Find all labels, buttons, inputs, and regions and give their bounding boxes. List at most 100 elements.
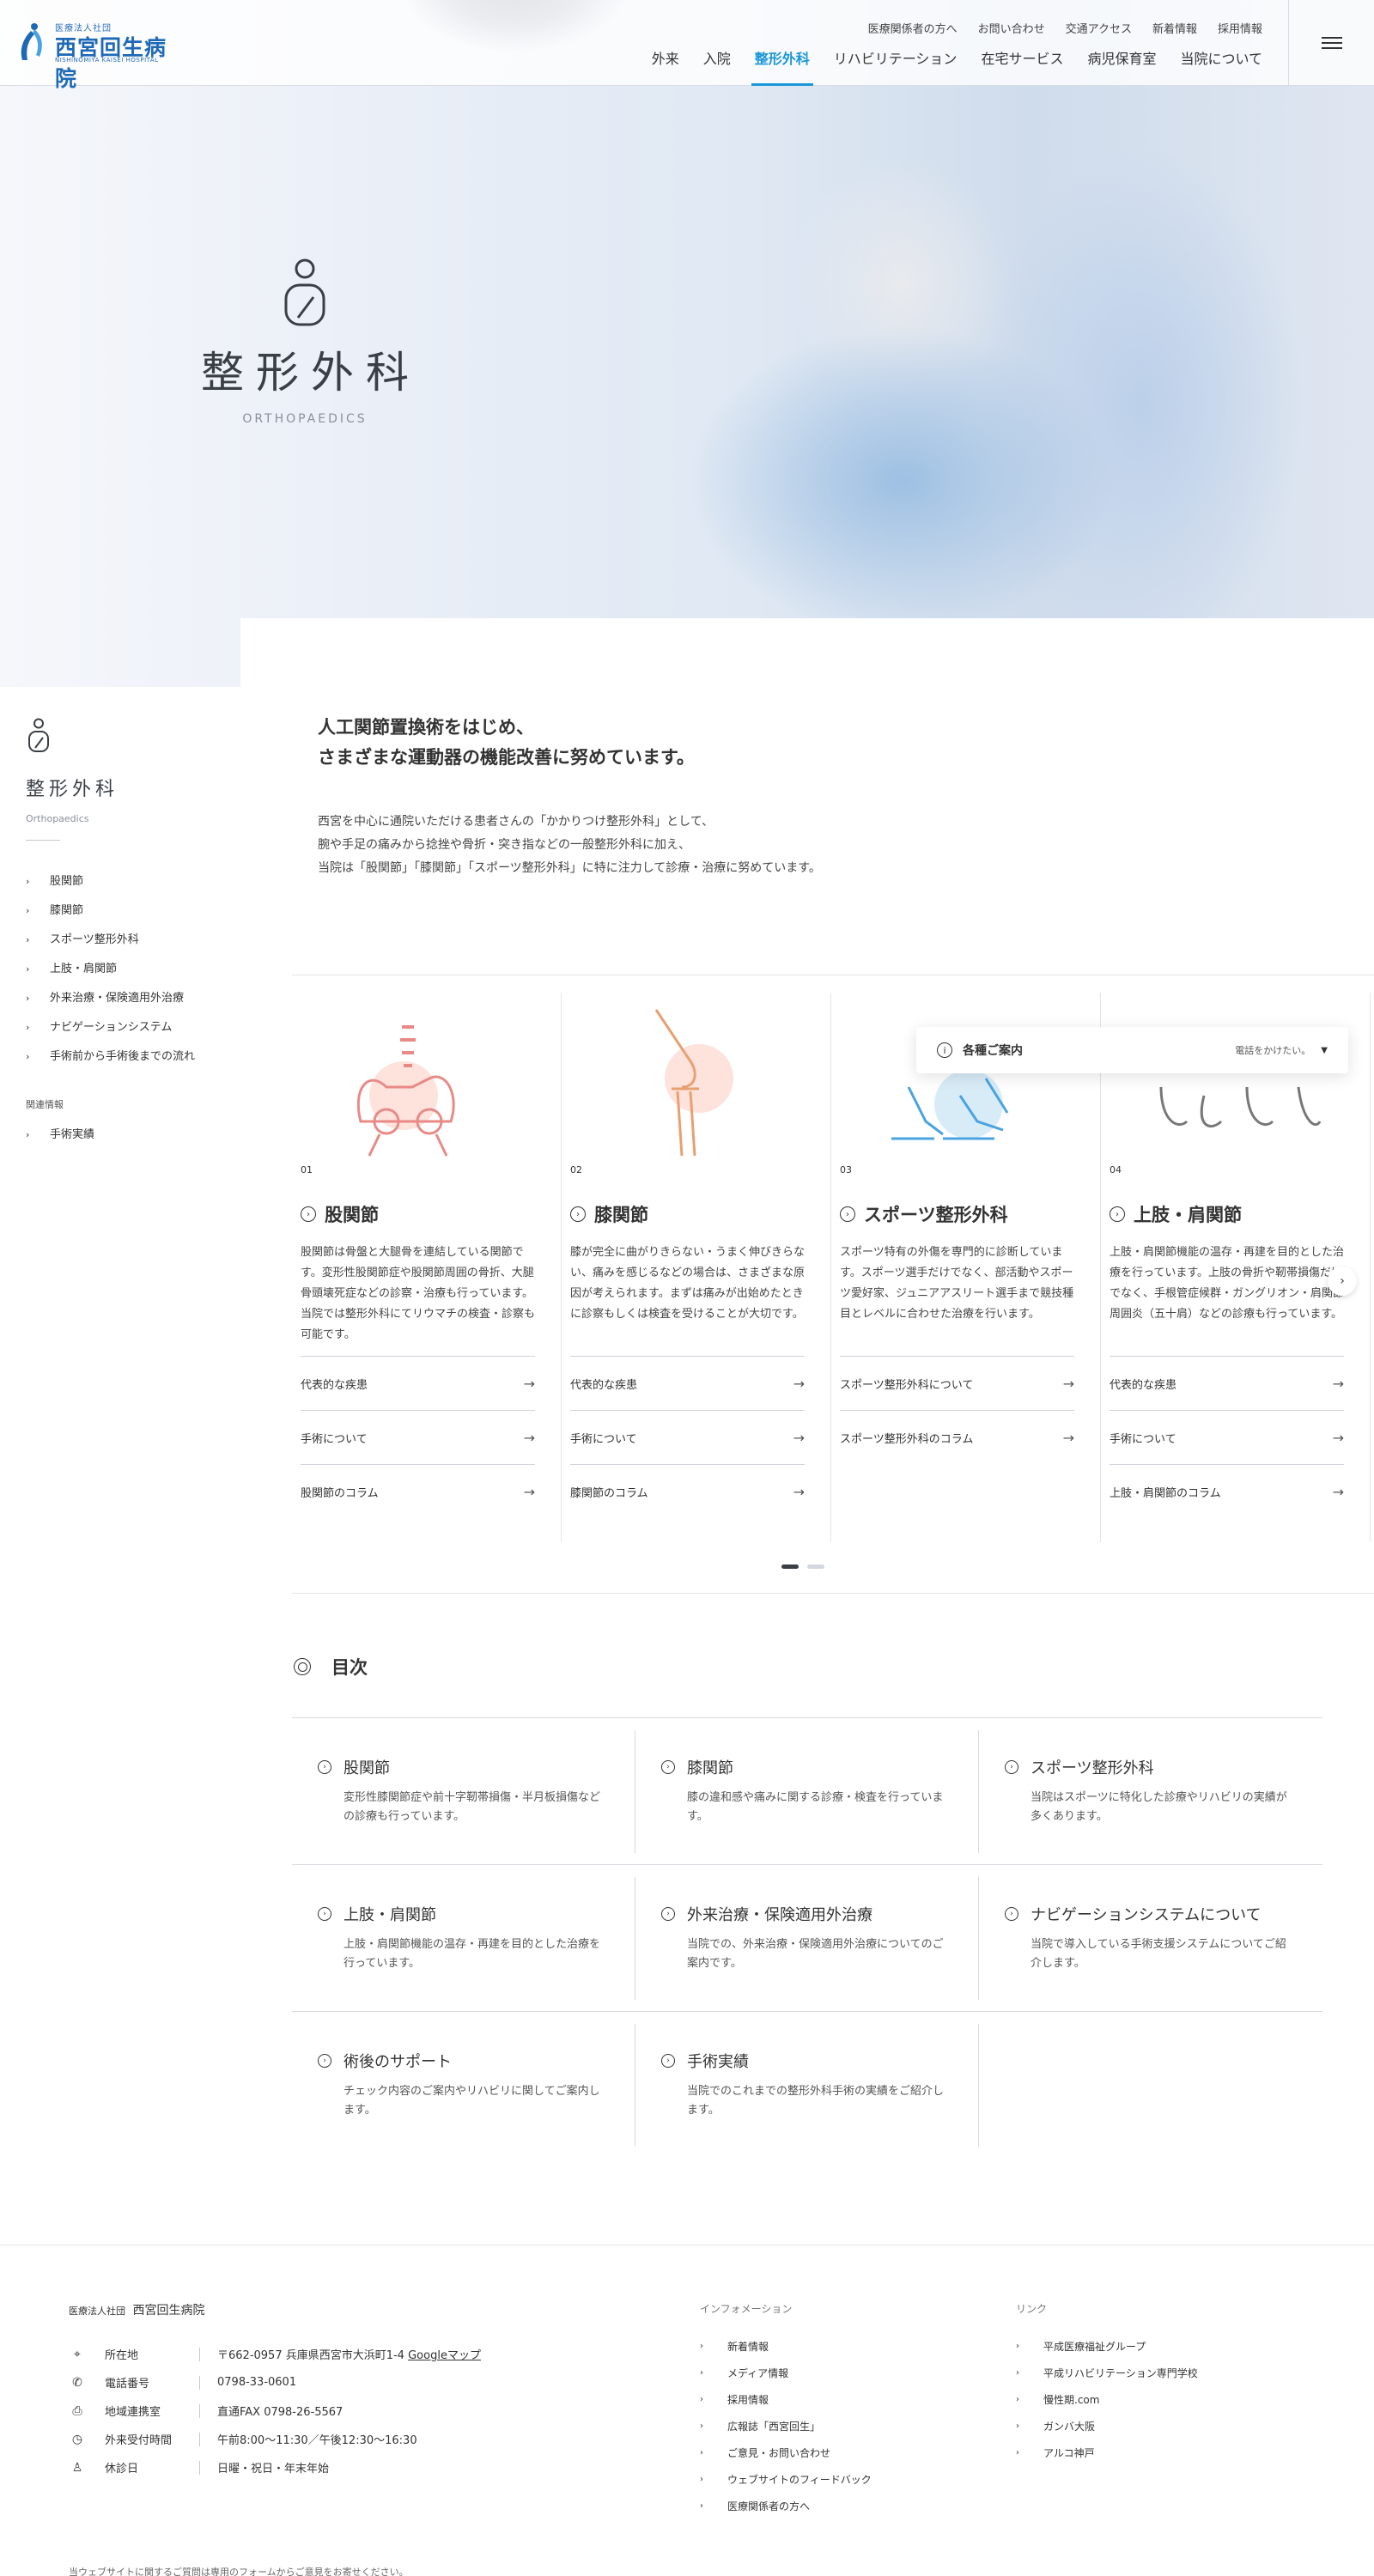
chevron-right-icon: › [700, 2342, 703, 2351]
card-link[interactable]: 膝関節のコラム → [570, 1464, 805, 1518]
intro-lead-line: さまざまな運動器の機能改善に努めています。 [318, 747, 695, 768]
card-link[interactable]: 手術について → [570, 1410, 805, 1464]
footer-link-contact[interactable]: › ご意見・お問い合わせ [700, 2439, 958, 2466]
nav-orthopaedics[interactable]: 整形外科 [751, 45, 813, 86]
card-link-label: 手術について [1110, 1432, 1176, 1446]
chevron-right-icon: › [26, 905, 30, 916]
toc-item[interactable]: › 手術実績 当院でのこれまでの整形外科手術の実績をご紹介します。 [635, 2024, 979, 2147]
sidebar-item-surgery-results[interactable]: › 手術実績 [26, 1121, 232, 1150]
pagination-dot[interactable] [807, 1564, 824, 1569]
sidebar-item-sports[interactable]: › スポーツ整形外科 [26, 926, 232, 955]
sidebar-item-hip[interactable]: › 股関節 [26, 867, 232, 896]
menu-button[interactable] [1288, 0, 1374, 86]
card-link[interactable]: 股関節のコラム → [301, 1464, 535, 1518]
card-links: 代表的な疾患 → 手術について → 上肢・肩関節のコラム → [1110, 1356, 1344, 1518]
arrow-circle-icon: › [1110, 1206, 1125, 1222]
card-title[interactable]: › 上肢・肩関節 [1110, 1201, 1344, 1227]
footer-link-group[interactable]: › 平成医療福祉グループ [1016, 2333, 1274, 2360]
toc-item[interactable]: › 膝関節 膝の違和感や痛みに関する診療・検査を行っています。 [635, 1730, 979, 1853]
footer-link-recruit[interactable]: › 採用情報 [700, 2386, 958, 2413]
footer-link-gamba[interactable]: › ガンバ大阪 [1016, 2413, 1274, 2439]
footer-link-magazine[interactable]: › 広報誌「西宮回生」 [700, 2413, 958, 2439]
phone-number[interactable]: 0798-33-0601 [217, 2376, 296, 2389]
toc-row: › 上肢・肩関節 上肢・肩関節機能の温存・再建を目的とした治療を行っています。 ›… [292, 1864, 1322, 2011]
sidebar-item-surgery-flow[interactable]: › 手術前から手術後までの流れ [26, 1042, 232, 1072]
pagination-dot[interactable] [781, 1564, 799, 1569]
specialty-card-hip: 01 › 股関節 股関節は骨盤と大腿骨を連結している関節です。変形性股関節症や股関… [292, 993, 562, 1542]
toc-item[interactable]: › 外来治療・保険適用外治療 当院での、外来治療・保険適用外治療についてのご案内で… [635, 1877, 979, 2000]
card-link[interactable]: 上肢・肩関節のコラム → [1110, 1464, 1344, 1518]
card-number: 02 [570, 1164, 582, 1176]
footer-link-medical[interactable]: › 医療関係者の方へ [700, 2493, 958, 2519]
sidebar-item-shoulder[interactable]: › 上肢・肩関節 [26, 955, 232, 984]
arrow-circle-icon: › [318, 1760, 331, 1774]
toc-item-label: 上肢・肩関節 [344, 1906, 436, 1924]
intro-body-line: 当院は「股関節」「膝関節」「スポーツ整形外科」に特に注力して診療・治療に努めてい… [318, 861, 821, 875]
toc-item[interactable]: › 上肢・肩関節 上肢・肩関節機能の温存・再建を目的とした治療を行っています。 [292, 1877, 635, 2000]
util-nav-access[interactable]: 交通アクセス [1066, 20, 1132, 36]
arrow-circle-icon: › [661, 1760, 675, 1774]
util-nav-medical[interactable]: 医療関係者の方へ [868, 20, 958, 36]
chevron-right-icon: › [1016, 2421, 1019, 2431]
card-description: 股関節は骨盤と大腿骨を連結している関節です。変形性股関節症や股関節周囲の骨折、大… [301, 1246, 536, 1341]
toc-item[interactable]: › スポーツ整形外科 当院はスポーツに特化した診療やリハビリの実績が多くあります。 [979, 1730, 1322, 1853]
intro-lead: 人工関節置換術をはじめ、 さまざまな運動器の機能改善に努めています。 [318, 713, 1305, 773]
nav-about[interactable]: 当院について [1180, 45, 1262, 86]
intro-lead-line: 人工関節置換術をはじめ、 [318, 717, 534, 738]
card-title[interactable]: › 股関節 [301, 1201, 535, 1227]
arrow-right-icon: → [1332, 1483, 1344, 1500]
footer-link-media[interactable]: › メディア情報 [700, 2360, 958, 2386]
logo-eng: NISHINOMIYA KAISEI HOSPITAL [55, 57, 159, 64]
arrow-right-icon: → [1062, 1375, 1074, 1392]
arrow-circle-icon: › [661, 2054, 675, 2068]
footer-link-feedback[interactable]: › ウェブサイトのフィードバック [700, 2466, 958, 2493]
card-link[interactable]: スポーツ整形外科について → [840, 1356, 1074, 1410]
chevron-right-icon: › [1016, 2342, 1019, 2351]
footer-col-heading: リンク [1016, 2303, 1048, 2315]
nav-rehabilitation[interactable]: リハビリテーション [834, 45, 958, 86]
toc-item[interactable]: › 股関節 変形性膝関節症や前十字靭帯損傷・半月板損傷などの診療も行っています。 [292, 1730, 635, 1853]
sidebar-item-knee[interactable]: › 膝関節 [26, 896, 232, 926]
hospital-logo[interactable]: 医療法人社団 西宮回生病院 NISHINOMIYA KAISEI HOSPITA… [15, 19, 187, 91]
card-link[interactable]: 手術について → [301, 1410, 535, 1464]
card-title[interactable]: › 膝関節 [570, 1201, 805, 1227]
card-link-label: 代表的な疾患 [570, 1378, 638, 1392]
util-nav-recruit[interactable]: 採用情報 [1218, 20, 1262, 36]
toc-item-label: ナビゲーションシステムについて [1030, 1906, 1262, 1924]
card-link[interactable]: 代表的な疾患 → [301, 1356, 535, 1410]
card-title[interactable]: › スポーツ整形外科 [840, 1201, 1074, 1227]
card-link[interactable]: 代表的な疾患 → [570, 1356, 805, 1410]
divider [199, 2375, 200, 2390]
footer-link-news[interactable]: › 新着情報 [700, 2333, 958, 2360]
card-link[interactable]: 手術について → [1110, 1410, 1344, 1464]
guide-popup[interactable]: i 各種ご案内 電話をかけたい。 ▼ [916, 1027, 1348, 1073]
util-nav-contact[interactable]: お問い合わせ [978, 20, 1045, 36]
map-link[interactable]: Googleマップ [408, 2349, 481, 2362]
related-menu: › 手術実績 [26, 1121, 232, 1150]
location-pin-icon: ⌖ [74, 2347, 81, 2361]
toc-item[interactable]: › ナビゲーションシステムについて 当院で導入している手術支援システムについてご紹… [979, 1877, 1322, 2000]
sidebar-item-navigation[interactable]: › ナビゲーションシステム [26, 1013, 232, 1042]
nav-inpatient[interactable]: 入院 [703, 45, 731, 86]
card-link[interactable]: スポーツ整形外科のコラム → [840, 1410, 1074, 1464]
footer-link-arco[interactable]: › アルコ神戸 [1016, 2439, 1274, 2466]
sidebar-item-outpatient-treatment[interactable]: › 外来治療・保険適用外治療 [26, 984, 232, 1013]
footer-external-links: リンク › 平成医療福祉グループ › 平成リハビリテーション専門学校 › 慢性期.co… [1016, 2301, 1274, 2466]
divider [199, 2432, 200, 2446]
carousel-next-button[interactable]: › [1328, 1267, 1357, 1296]
footer-link-chronic[interactable]: › 慢性期.com [1016, 2386, 1274, 2413]
utility-nav: 医療関係者の方へ お問い合わせ 交通アクセス 新着情報 採用情報 [868, 20, 1262, 36]
util-nav-news[interactable]: 新着情報 [1152, 20, 1197, 36]
toc-item-desc: 上肢・肩関節機能の温存・再建を目的とした治療を行っています。 [344, 1938, 601, 1970]
arrow-circle-icon: › [1005, 1907, 1018, 1921]
toc-item-desc: 当院での、外来治療・保険適用外治療についてのご案内です。 [687, 1938, 944, 1970]
footer-link-label: 平成医療福祉グループ [1043, 2341, 1146, 2353]
nav-home-service[interactable]: 在宅サービス [981, 45, 1063, 86]
nav-childcare[interactable]: 病児保育室 [1087, 45, 1156, 86]
nav-outpatient[interactable]: 外来 [652, 45, 679, 86]
arrow-right-icon: → [523, 1483, 535, 1500]
card-link[interactable]: 代表的な疾患 → [1110, 1356, 1344, 1410]
footer-link-school[interactable]: › 平成リハビリテーション専門学校 [1016, 2360, 1274, 2386]
toc-item[interactable]: › 術後のサポート チェック内容のご案内やリハビリに関してご案内します。 [292, 2024, 635, 2147]
intro-body: 西宮を中心に通院いただける患者さんの「かかりつけ整形外科」として、 腕や手足の痛… [318, 811, 1305, 880]
